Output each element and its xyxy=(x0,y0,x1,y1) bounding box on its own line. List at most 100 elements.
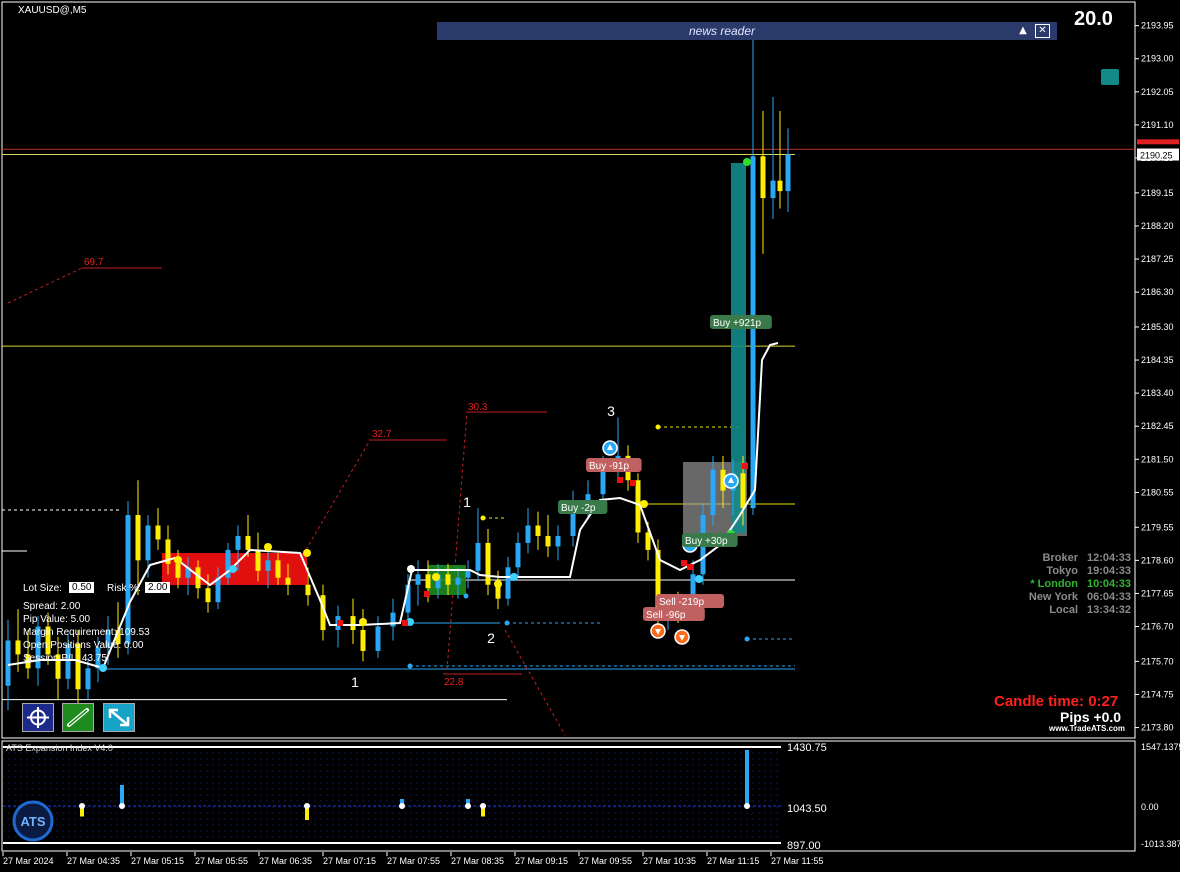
signal-dot xyxy=(480,515,486,521)
level-label: 69.7 xyxy=(84,257,104,268)
price-tick-label: 2176.70 xyxy=(1141,622,1174,632)
price-tick-label: 2193.00 xyxy=(1141,54,1174,64)
time-tick-label: 27 Mar 05:55 xyxy=(195,856,248,866)
price-tick-label: 2193.95 xyxy=(1141,21,1174,31)
clock-city: New York xyxy=(1028,591,1078,603)
price-chart[interactable]: 2193.952193.002192.052191.102190.152189.… xyxy=(0,0,1180,872)
news-reader-title: news reader xyxy=(688,24,756,38)
price-tick-label: 2175.70 xyxy=(1141,656,1174,666)
open-positions-label: Open Positions Value: 0.00 xyxy=(23,640,144,651)
price-tick-label: 2180.55 xyxy=(1141,487,1174,497)
wave-label: 1 xyxy=(463,494,471,510)
candle-body xyxy=(465,570,471,578)
level-label: 30.3 xyxy=(468,402,488,413)
time-tick-label: 27 Mar 07:15 xyxy=(323,856,376,866)
news-reader-bar[interactable]: news reader ▲ ✕ xyxy=(437,22,1057,40)
price-tick-label: 2186.30 xyxy=(1141,287,1174,297)
clock-city: Broker xyxy=(1042,552,1078,564)
lot-size-input[interactable]: 0.50 xyxy=(69,582,95,593)
candle-body xyxy=(770,180,776,199)
lot-size-label: Lot Size: xyxy=(23,583,62,594)
signal-dot xyxy=(640,500,648,508)
clock-time: 13:34:32 xyxy=(1087,604,1132,616)
teal-square-icon[interactable] xyxy=(1101,69,1119,85)
link-tool-button[interactable] xyxy=(62,703,94,732)
level-label: 22.8 xyxy=(444,677,464,688)
candle-body xyxy=(375,626,381,651)
indicator-level-mid: 1043.50 xyxy=(787,803,827,815)
stop-marker xyxy=(630,480,636,486)
candle-body xyxy=(445,574,451,585)
trade-label: Sell -219p xyxy=(659,597,704,608)
candle-time: Candle time: 0:27 xyxy=(994,693,1118,710)
price-tick-label: 2173.80 xyxy=(1141,723,1174,733)
candle-body xyxy=(710,469,716,516)
candle-body xyxy=(155,525,161,540)
close-icon[interactable]: ✕ xyxy=(1035,24,1050,38)
time-tick-label: 27 Mar 05:15 xyxy=(131,856,184,866)
candle-body xyxy=(750,156,756,509)
price-tick-label: 2179.55 xyxy=(1141,522,1174,532)
candle-body xyxy=(135,515,141,561)
candle-body xyxy=(265,560,271,571)
link-icon xyxy=(63,704,93,731)
price-tick-label: 2188.20 xyxy=(1141,221,1174,231)
trade-label: Buy +30p xyxy=(685,536,728,547)
candle-body xyxy=(125,515,131,644)
main-frame xyxy=(1,1,1136,739)
stop-marker xyxy=(617,477,623,483)
indicator-bar xyxy=(120,785,124,806)
time-tick-label: 27 Mar 04:35 xyxy=(67,856,120,866)
candle-body xyxy=(645,532,651,550)
candle-body xyxy=(255,549,261,571)
spread-label: Spread: 2.00 xyxy=(23,601,81,612)
candle-body xyxy=(235,535,241,550)
chart-window: 2193.952193.002192.052191.102190.152189.… xyxy=(0,0,1180,872)
candle-body xyxy=(245,535,251,550)
price-tick-label: 2177.65 xyxy=(1141,588,1174,598)
price-tick-label: 2182.45 xyxy=(1141,421,1174,431)
signal-dot xyxy=(359,618,367,626)
trade-label: Sell -96p xyxy=(646,610,686,621)
candle-body xyxy=(285,577,291,585)
time-tick-label: 27 Mar 08:35 xyxy=(451,856,504,866)
wave-label: 1 xyxy=(351,674,359,690)
indicator-dot xyxy=(465,803,471,809)
up-arrow-icon[interactable]: ▲ xyxy=(1015,24,1031,38)
risk-label: Risk %: xyxy=(107,583,141,594)
candle-body xyxy=(415,574,421,585)
candle-body xyxy=(555,535,561,547)
session-pl-label: Session P/L: 43.75 xyxy=(23,653,107,664)
signal-dot xyxy=(695,575,703,583)
candle-body xyxy=(175,563,181,578)
time-tick-label: 27 Mar 09:55 xyxy=(579,856,632,866)
zoom-tool-button[interactable] xyxy=(103,703,135,732)
trade-label: Buy -91p xyxy=(589,461,629,472)
candle-body xyxy=(205,588,211,603)
candle-body xyxy=(535,525,541,536)
time-tick-label: 27 Mar 11:55 xyxy=(771,856,823,866)
candle-body xyxy=(785,154,791,192)
candle-body xyxy=(350,616,356,631)
clock-time: 12:04:33 xyxy=(1087,552,1132,564)
price-tick-label: 2183.40 xyxy=(1141,388,1174,398)
signal-dot xyxy=(174,556,182,564)
risk-input[interactable]: 2.00 xyxy=(145,582,171,593)
signal-dot xyxy=(494,580,502,588)
clock-time: 06:04:33 xyxy=(1087,591,1132,603)
crosshair-tool-button[interactable] xyxy=(22,703,54,732)
indicator-dot xyxy=(480,803,486,809)
indicator-dot xyxy=(304,803,310,809)
candle-body xyxy=(15,640,21,655)
time-tick-label: 27 Mar 06:35 xyxy=(259,856,312,866)
stop-marker xyxy=(681,560,687,566)
signal-dot xyxy=(303,549,311,557)
zoom-arrow-icon xyxy=(104,704,134,731)
stop-marker xyxy=(402,620,408,626)
candle-body xyxy=(525,525,531,543)
clock-city: Local xyxy=(1049,604,1078,616)
pip-value-label: Pip Value: 5.00 xyxy=(23,614,91,625)
candle-time-label: Candle time: xyxy=(994,693,1085,710)
signal-dot xyxy=(510,573,518,581)
indicator-dot xyxy=(744,803,750,809)
